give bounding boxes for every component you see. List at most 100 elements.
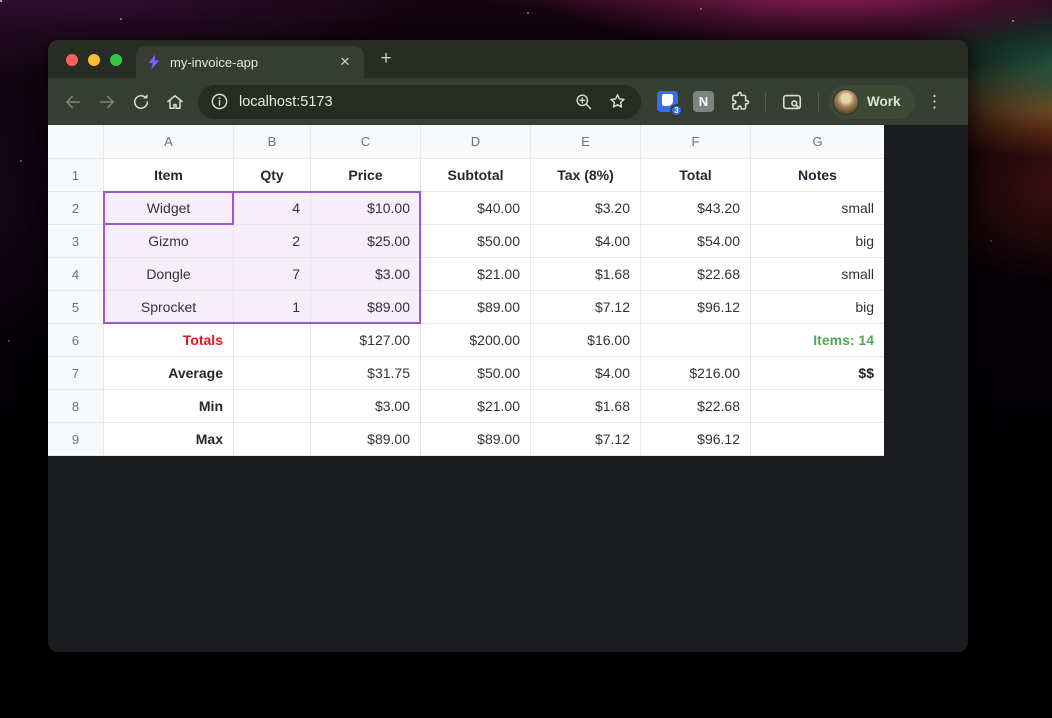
cell-b9[interactable] — [234, 423, 311, 456]
cell-d5[interactable]: $89.00 — [421, 291, 531, 324]
cell-c1[interactable]: Price — [311, 159, 421, 192]
cell-b2[interactable]: 4 — [234, 192, 311, 225]
cell-g7[interactable]: $$ — [751, 357, 884, 390]
corner-cell[interactable] — [48, 125, 104, 159]
row-number-2[interactable]: 2 — [48, 192, 104, 225]
cell-g8[interactable] — [751, 390, 884, 423]
bookmark-button[interactable] — [605, 90, 629, 114]
cell-f7[interactable]: $216.00 — [641, 357, 751, 390]
home-button[interactable] — [158, 85, 192, 119]
cell-a1[interactable]: Item — [104, 159, 234, 192]
column-header-g[interactable]: G — [751, 125, 884, 159]
cell-d2[interactable]: $40.00 — [421, 192, 531, 225]
cell-d1[interactable]: Subtotal — [421, 159, 531, 192]
column-header-e[interactable]: E — [531, 125, 641, 159]
reload-button[interactable] — [124, 85, 158, 119]
zoom-level-button[interactable] — [571, 90, 595, 114]
cell-d8[interactable]: $21.00 — [421, 390, 531, 423]
cell-e3[interactable]: $4.00 — [531, 225, 641, 258]
cell-a5[interactable]: Sprocket — [104, 291, 234, 324]
cell-e5[interactable]: $7.12 — [531, 291, 641, 324]
url-text[interactable]: localhost:5173 — [239, 94, 561, 110]
cell-e2[interactable]: $3.20 — [531, 192, 641, 225]
row-number-9[interactable]: 9 — [48, 423, 104, 456]
extensions-puzzle-icon[interactable] — [729, 91, 750, 112]
cell-c4[interactable]: $3.00 — [311, 258, 421, 291]
cell-b5[interactable]: 1 — [234, 291, 311, 324]
cell-b8[interactable] — [234, 390, 311, 423]
notion-extension-icon[interactable]: N — [693, 91, 714, 112]
cell-e4[interactable]: $1.68 — [531, 258, 641, 291]
cell-b4[interactable]: 7 — [234, 258, 311, 291]
cell-f9[interactable]: $96.12 — [641, 423, 751, 456]
column-header-f[interactable]: F — [641, 125, 751, 159]
cell-f3[interactable]: $54.00 — [641, 225, 751, 258]
cell-a4[interactable]: Dongle — [104, 258, 234, 291]
cell-g2[interactable]: small — [751, 192, 884, 225]
cell-a3[interactable]: Gizmo — [104, 225, 234, 258]
cell-d9[interactable]: $89.00 — [421, 423, 531, 456]
profile-button[interactable]: Work — [829, 84, 915, 119]
cell-a6[interactable]: Totals — [104, 324, 234, 357]
maximize-window-button[interactable] — [110, 54, 122, 66]
back-button[interactable] — [56, 85, 90, 119]
password-manager-extension-icon[interactable]: 3 — [657, 91, 683, 117]
browser-menu-button[interactable]: ⋮ — [923, 92, 947, 112]
row-number-3[interactable]: 3 — [48, 225, 104, 258]
cell-f2[interactable]: $43.20 — [641, 192, 751, 225]
cell-f1[interactable]: Total — [641, 159, 751, 192]
cell-c5[interactable]: $89.00 — [311, 291, 421, 324]
cell-c8[interactable]: $3.00 — [311, 390, 421, 423]
row-number-7[interactable]: 7 — [48, 357, 104, 390]
column-header-c[interactable]: C — [311, 125, 421, 159]
cell-c9[interactable]: $89.00 — [311, 423, 421, 456]
column-header-d[interactable]: D — [421, 125, 531, 159]
cell-a7[interactable]: Average — [104, 357, 234, 390]
cell-f4[interactable]: $22.68 — [641, 258, 751, 291]
cell-f6[interactable] — [641, 324, 751, 357]
cell-d6[interactable]: $200.00 — [421, 324, 531, 357]
cell-d3[interactable]: $50.00 — [421, 225, 531, 258]
column-header-b[interactable]: B — [234, 125, 311, 159]
cell-f8[interactable]: $22.68 — [641, 390, 751, 423]
cell-e6[interactable]: $16.00 — [531, 324, 641, 357]
address-bar[interactable]: localhost:5173 — [198, 84, 641, 119]
row-number-6[interactable]: 6 — [48, 324, 104, 357]
column-header-a[interactable]: A — [104, 125, 234, 159]
cell-b3[interactable]: 2 — [234, 225, 311, 258]
cell-c7[interactable]: $31.75 — [311, 357, 421, 390]
cell-f5[interactable]: $96.12 — [641, 291, 751, 324]
cell-d4[interactable]: $21.00 — [421, 258, 531, 291]
cell-e1[interactable]: Tax (8%) — [531, 159, 641, 192]
cell-g4[interactable]: small — [751, 258, 884, 291]
cell-g1[interactable]: Notes — [751, 159, 884, 192]
row-number-4[interactable]: 4 — [48, 258, 104, 291]
row-number-8[interactable]: 8 — [48, 390, 104, 423]
cell-c2[interactable]: $10.00 — [311, 192, 421, 225]
side-search-icon[interactable] — [781, 91, 803, 113]
minimize-window-button[interactable] — [88, 54, 100, 66]
cell-g6[interactable]: Items: 14 — [751, 324, 884, 357]
tab-close-icon[interactable]: ✕ — [336, 53, 354, 71]
cell-b6[interactable] — [234, 324, 311, 357]
cell-e9[interactable]: $7.12 — [531, 423, 641, 456]
browser-tab[interactable]: my-invoice-app ✕ — [136, 46, 364, 78]
cell-g9[interactable] — [751, 423, 884, 456]
cell-d7[interactable]: $50.00 — [421, 357, 531, 390]
cell-b1[interactable]: Qty — [234, 159, 311, 192]
cell-c3[interactable]: $25.00 — [311, 225, 421, 258]
forward-button[interactable] — [90, 85, 124, 119]
cell-c6[interactable]: $127.00 — [311, 324, 421, 357]
row-number-5[interactable]: 5 — [48, 291, 104, 324]
row-number-1[interactable]: 1 — [48, 159, 104, 192]
cell-g3[interactable]: big — [751, 225, 884, 258]
cell-a2[interactable]: Widget — [104, 192, 234, 225]
cell-e8[interactable]: $1.68 — [531, 390, 641, 423]
close-window-button[interactable] — [66, 54, 78, 66]
cell-g5[interactable]: big — [751, 291, 884, 324]
site-info-icon[interactable] — [210, 92, 229, 111]
cell-b7[interactable] — [234, 357, 311, 390]
cell-e7[interactable]: $4.00 — [531, 357, 641, 390]
cell-a9[interactable]: Max — [104, 423, 234, 456]
new-tab-button[interactable]: + — [372, 46, 400, 74]
